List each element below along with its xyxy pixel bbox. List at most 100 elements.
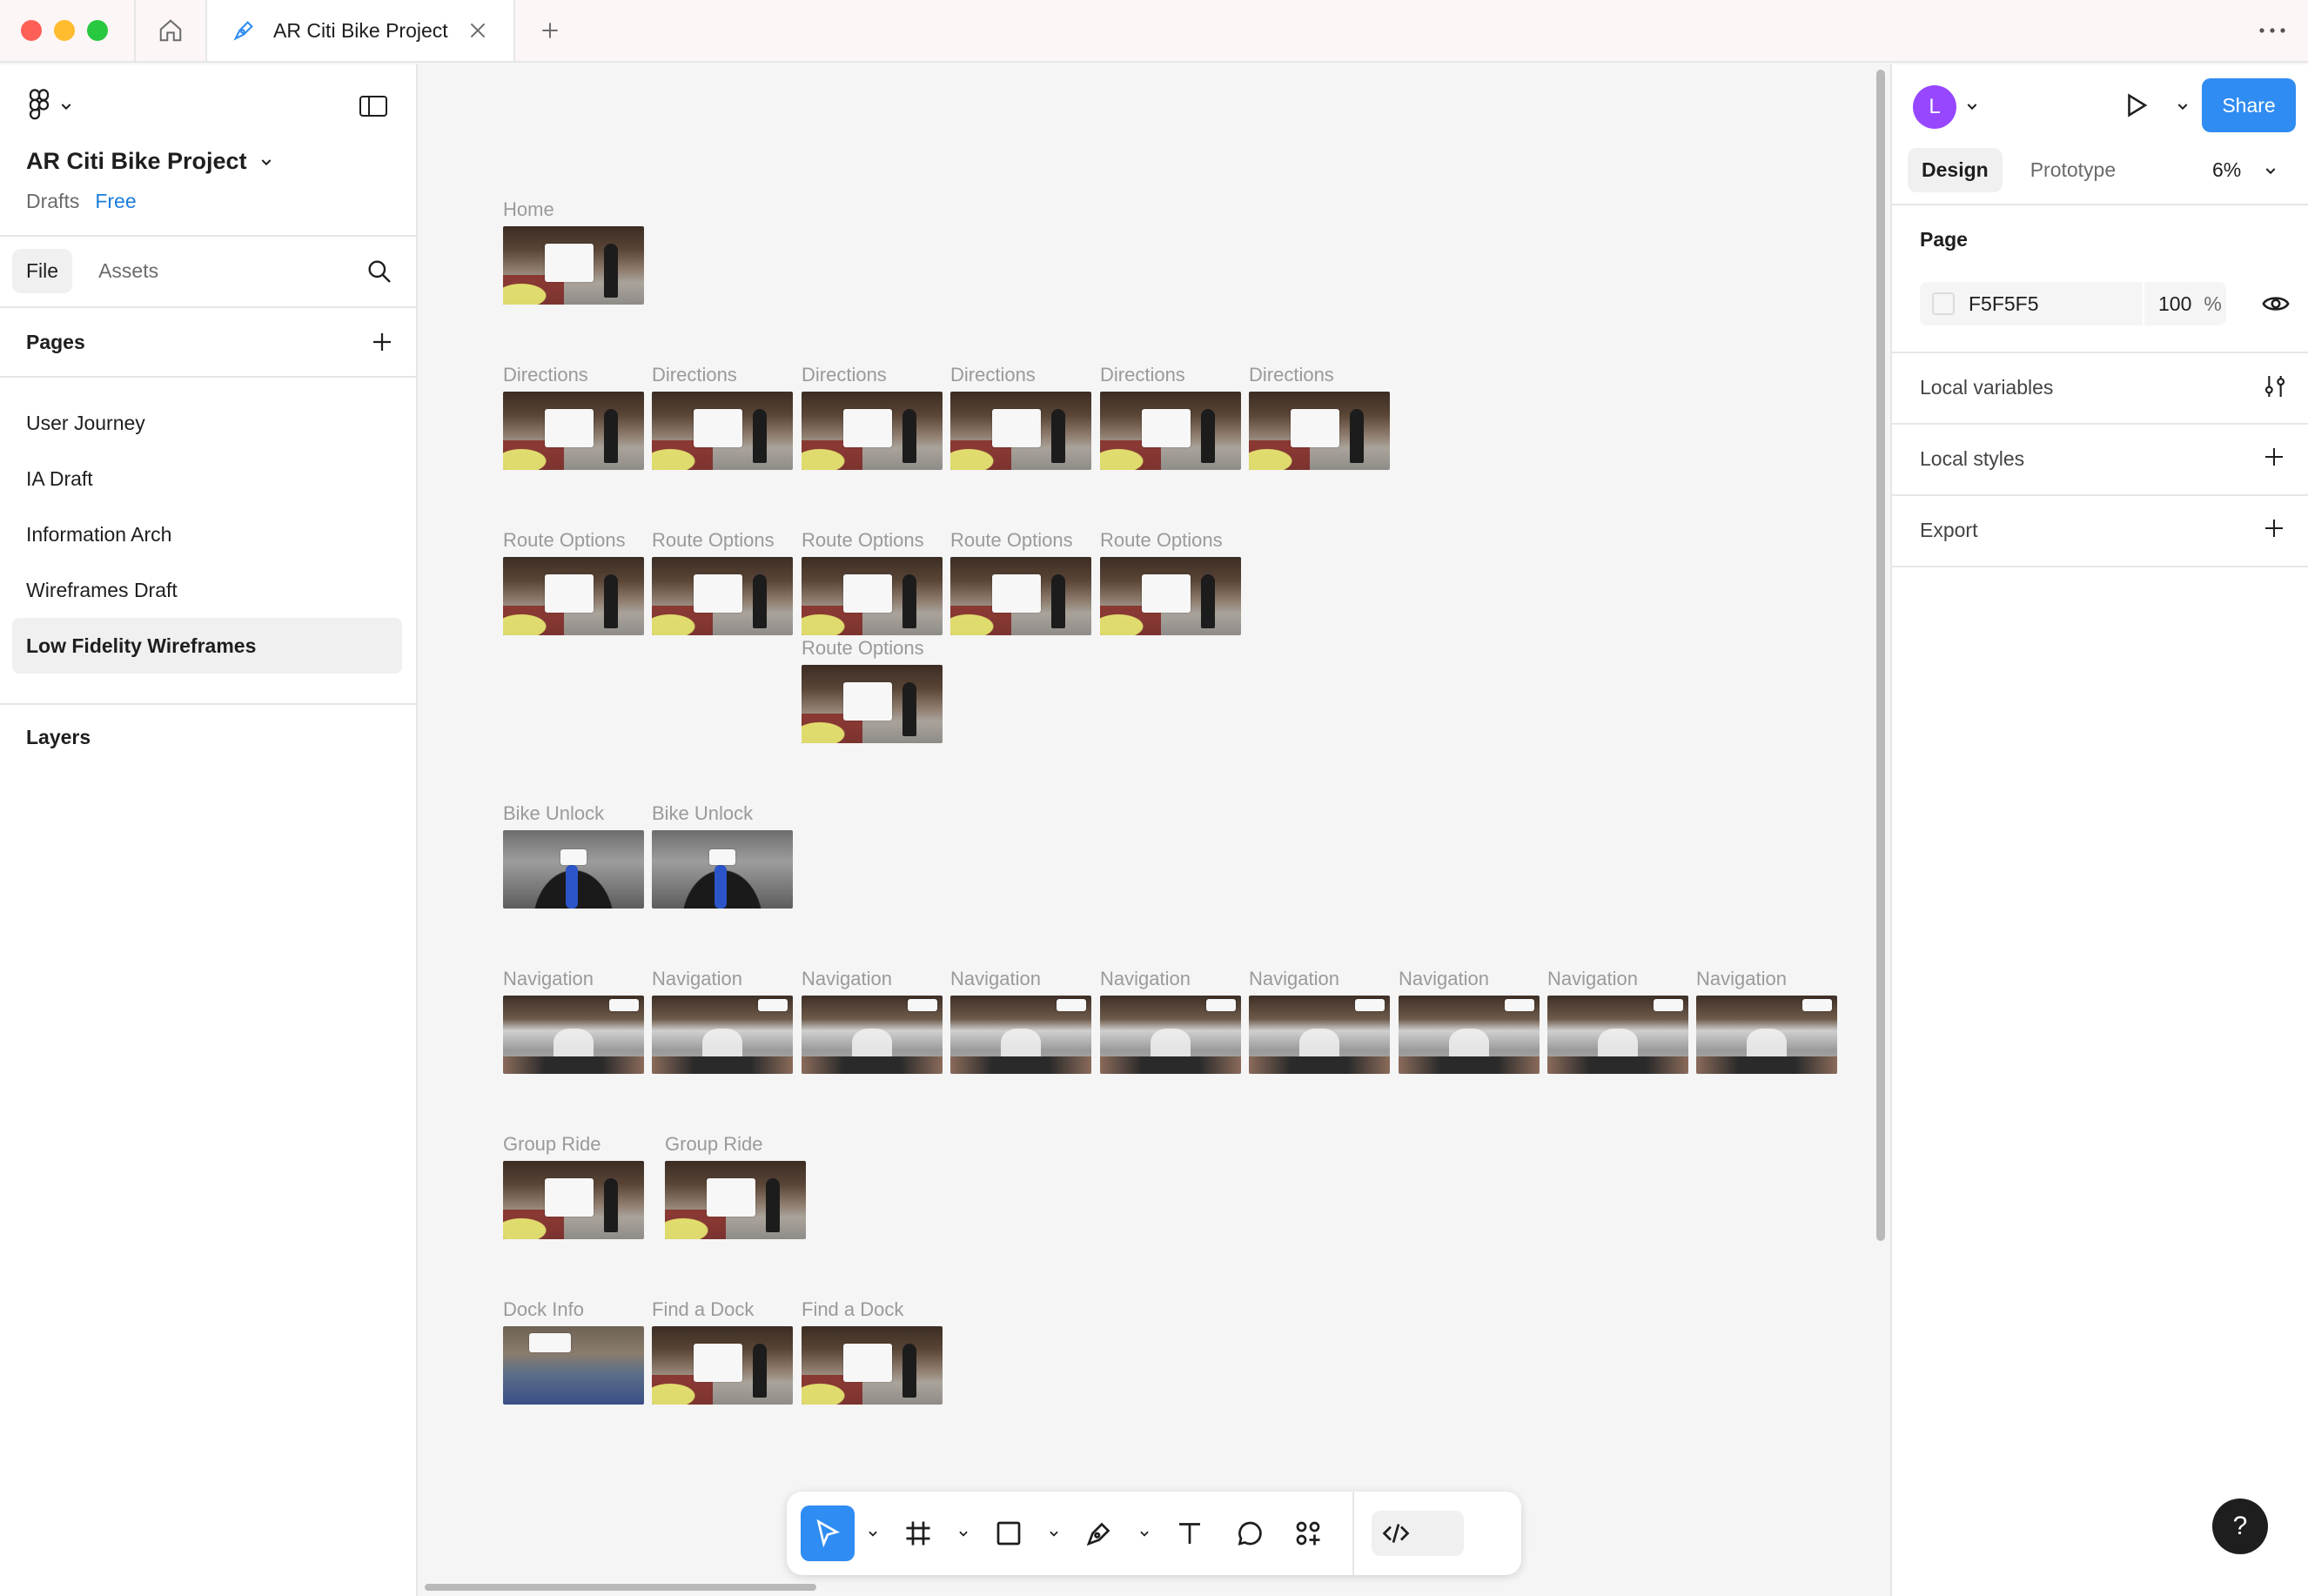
frame-label[interactable]: Group Ride (665, 1133, 763, 1156)
page-item[interactable]: Persona (12, 378, 402, 395)
pen-tool-menu[interactable] (1131, 1505, 1157, 1561)
add-page-button[interactable] (369, 329, 395, 359)
page-item[interactable]: Wireframes Draft (12, 562, 402, 618)
frame-thumbnail[interactable] (503, 392, 644, 470)
page-item[interactable]: IA Draft (12, 451, 402, 506)
move-tool[interactable] (801, 1505, 855, 1561)
main-menu-button[interactable] (26, 89, 73, 124)
page-color-hex[interactable]: F5F5F5 (1969, 292, 2143, 316)
frame-label[interactable]: Route Options (802, 637, 924, 660)
local-styles-heading[interactable]: Local styles (1920, 447, 2024, 471)
frame-thumbnail[interactable] (503, 830, 644, 909)
frame-label[interactable]: Directions (503, 364, 588, 386)
frame-thumbnail[interactable] (950, 392, 1091, 470)
frame-label[interactable]: Directions (1249, 364, 1334, 386)
frame-thumbnail[interactable] (1249, 996, 1390, 1074)
home-button[interactable] (136, 0, 207, 61)
frame-label[interactable]: Route Options (503, 529, 626, 552)
zoom-menu[interactable]: 6% (2212, 158, 2278, 182)
add-export-button[interactable] (2261, 515, 2287, 546)
more-menu-button[interactable] (2258, 17, 2287, 48)
local-variables-heading[interactable]: Local variables (1920, 376, 2053, 399)
page-item[interactable]: User Journey (12, 395, 402, 451)
frame-label[interactable]: Route Options (652, 529, 775, 552)
move-tool-menu[interactable] (860, 1505, 886, 1561)
frame-label[interactable]: Bike Unlock (503, 802, 604, 825)
add-style-button[interactable] (2261, 444, 2287, 474)
file-tab[interactable]: AR Citi Bike Project (207, 0, 515, 61)
frame-thumbnail[interactable] (652, 557, 793, 635)
frame-thumbnail[interactable] (652, 1326, 793, 1405)
vertical-scrollbar[interactable] (1876, 70, 1885, 1241)
local-variables-button[interactable] (2261, 372, 2289, 405)
search-button[interactable] (366, 258, 393, 290)
pen-tool[interactable] (1072, 1505, 1126, 1561)
frame-label[interactable]: Navigation (1547, 968, 1638, 990)
drafts-link[interactable]: Drafts (26, 190, 79, 213)
frame-label[interactable]: Navigation (1696, 968, 1787, 990)
opacity-value[interactable]: 100 (2158, 292, 2191, 316)
page-item-selected[interactable]: Low Fidelity Wireframes (12, 618, 402, 674)
horizontal-scrollbar[interactable] (425, 1584, 816, 1591)
frame-label[interactable]: Navigation (503, 968, 594, 990)
frame-thumbnail[interactable] (652, 392, 793, 470)
page-item[interactable]: Information Arch (12, 506, 402, 562)
frame-thumbnail[interactable] (1399, 996, 1540, 1074)
frame-thumbnail[interactable] (503, 996, 644, 1074)
avatar[interactable]: L (1913, 85, 1956, 129)
dev-mode-toggle[interactable] (1372, 1511, 1464, 1556)
frame-thumbnail[interactable] (950, 557, 1091, 635)
frame-thumbnail[interactable] (1100, 996, 1241, 1074)
plan-badge[interactable]: Free (95, 190, 136, 213)
frame-label[interactable]: Route Options (1100, 529, 1223, 552)
present-button[interactable] (2122, 91, 2151, 124)
frame-label[interactable]: Navigation (950, 968, 1041, 990)
frame-thumbnail[interactable] (503, 1161, 644, 1239)
tab-assets[interactable]: Assets (84, 249, 172, 293)
frame-thumbnail[interactable] (503, 1326, 644, 1405)
frame-thumbnail[interactable] (503, 557, 644, 635)
frame-thumbnail[interactable] (950, 996, 1091, 1074)
frame-thumbnail[interactable] (802, 1326, 943, 1405)
project-title[interactable]: AR Citi Bike Project (26, 148, 273, 175)
text-tool[interactable] (1163, 1505, 1217, 1561)
frame-thumbnail[interactable] (802, 665, 943, 743)
zoom-window-button[interactable] (87, 20, 108, 41)
frame-label[interactable]: Find a Dock (802, 1298, 903, 1321)
frame-label[interactable]: Directions (652, 364, 737, 386)
export-heading[interactable]: Export (1920, 519, 1977, 542)
actions-tool[interactable] (1281, 1505, 1335, 1561)
page-opacity[interactable]: 100 % (2143, 282, 2222, 325)
frame-label[interactable]: Navigation (1249, 968, 1339, 990)
frame-thumbnail[interactable] (802, 392, 943, 470)
frame-thumbnail[interactable] (503, 226, 644, 305)
frame-label[interactable]: Navigation (652, 968, 742, 990)
frame-tool[interactable] (891, 1505, 945, 1561)
frame-thumbnail[interactable] (802, 996, 943, 1074)
frame-label[interactable]: Group Ride (503, 1133, 601, 1156)
frame-label[interactable]: Bike Unlock (652, 802, 753, 825)
frame-thumbnail[interactable] (665, 1161, 806, 1239)
frame-label[interactable]: Directions (950, 364, 1036, 386)
minimize-window-button[interactable] (54, 20, 75, 41)
frame-label[interactable]: Route Options (802, 529, 924, 552)
help-button[interactable]: ? (2212, 1499, 2268, 1554)
frame-thumbnail[interactable] (1100, 392, 1241, 470)
toggle-visibility-button[interactable] (2261, 289, 2291, 323)
frame-label[interactable]: Home (503, 198, 554, 221)
frame-thumbnail[interactable] (1249, 392, 1390, 470)
shape-tool-menu[interactable] (1041, 1505, 1067, 1561)
close-window-button[interactable] (21, 20, 42, 41)
avatar-menu[interactable] (1965, 99, 1979, 117)
tab-design[interactable]: Design (1908, 148, 2003, 192)
frame-thumbnail[interactable] (1547, 996, 1688, 1074)
share-button[interactable]: Share (2202, 78, 2296, 132)
close-tab-icon[interactable] (466, 19, 489, 42)
toggle-sidebar-button[interactable] (359, 94, 388, 123)
frame-label[interactable]: Navigation (1399, 968, 1489, 990)
tab-file[interactable]: File (12, 249, 73, 293)
frame-label[interactable]: Find a Dock (652, 1298, 754, 1321)
frame-label[interactable]: Dock Info (503, 1298, 584, 1321)
frame-thumbnail[interactable] (1696, 996, 1837, 1074)
shape-tool[interactable] (982, 1505, 1036, 1561)
